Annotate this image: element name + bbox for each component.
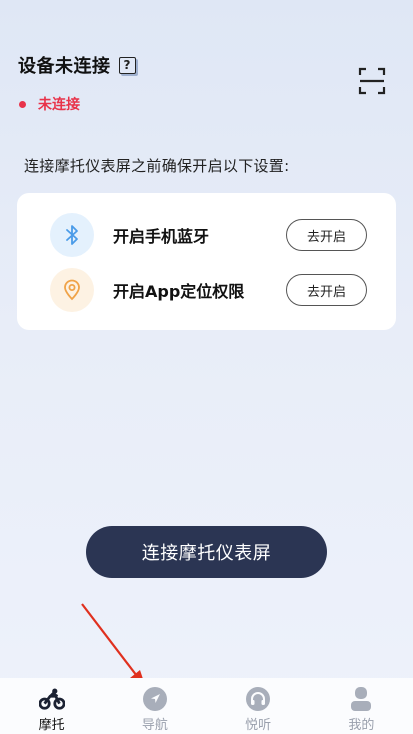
tab-label: 摩托 [38, 718, 65, 733]
navigation-icon [142, 686, 168, 712]
header: 设备未连接 ? 未连接 [18, 52, 136, 114]
instruction-text: 连接摩托仪表屏之前确保开启以下设置: [24, 157, 290, 175]
tab-label: 导航 [141, 718, 168, 733]
tab-label: 悦听 [245, 718, 272, 733]
scan-icon[interactable] [358, 67, 386, 95]
tab-motorbike[interactable]: 摩托 [0, 678, 103, 734]
setting-row-location: 开启App定位权限 去开启 [17, 268, 396, 312]
connect-dashboard-button[interactable]: 连接摩托仪表屏 [86, 526, 327, 578]
location-icon [50, 268, 94, 312]
enable-bluetooth-button[interactable]: 去开启 [286, 219, 367, 251]
tab-profile[interactable]: 我的 [310, 678, 413, 734]
page-title: 设备未连接 [18, 56, 111, 77]
headphones-icon [245, 686, 271, 712]
tab-navigation[interactable]: 导航 [103, 678, 206, 734]
status-text: 未连接 [38, 97, 80, 113]
settings-card: 开启手机蓝牙 去开启 开启App定位权限 去开启 [17, 193, 396, 330]
title-row: 设备未连接 ? [18, 52, 136, 78]
enable-location-button[interactable]: 去开启 [286, 274, 367, 306]
setting-label-bluetooth: 开启手机蓝牙 [113, 227, 210, 246]
tab-listen[interactable]: 悦听 [207, 678, 310, 734]
bottom-tab-bar: 摩托 导航 悦听 我的 [0, 678, 413, 734]
setting-row-bluetooth: 开启手机蓝牙 去开启 [17, 213, 396, 257]
profile-icon [348, 686, 374, 712]
setting-label-location: 开启App定位权限 [113, 282, 245, 301]
status-dot [19, 100, 26, 108]
bluetooth-icon [50, 213, 94, 257]
tab-label: 我的 [348, 718, 375, 733]
connection-status: 未连接 [18, 94, 136, 114]
motorbike-icon [38, 686, 65, 712]
help-icon[interactable]: ? [118, 56, 136, 74]
